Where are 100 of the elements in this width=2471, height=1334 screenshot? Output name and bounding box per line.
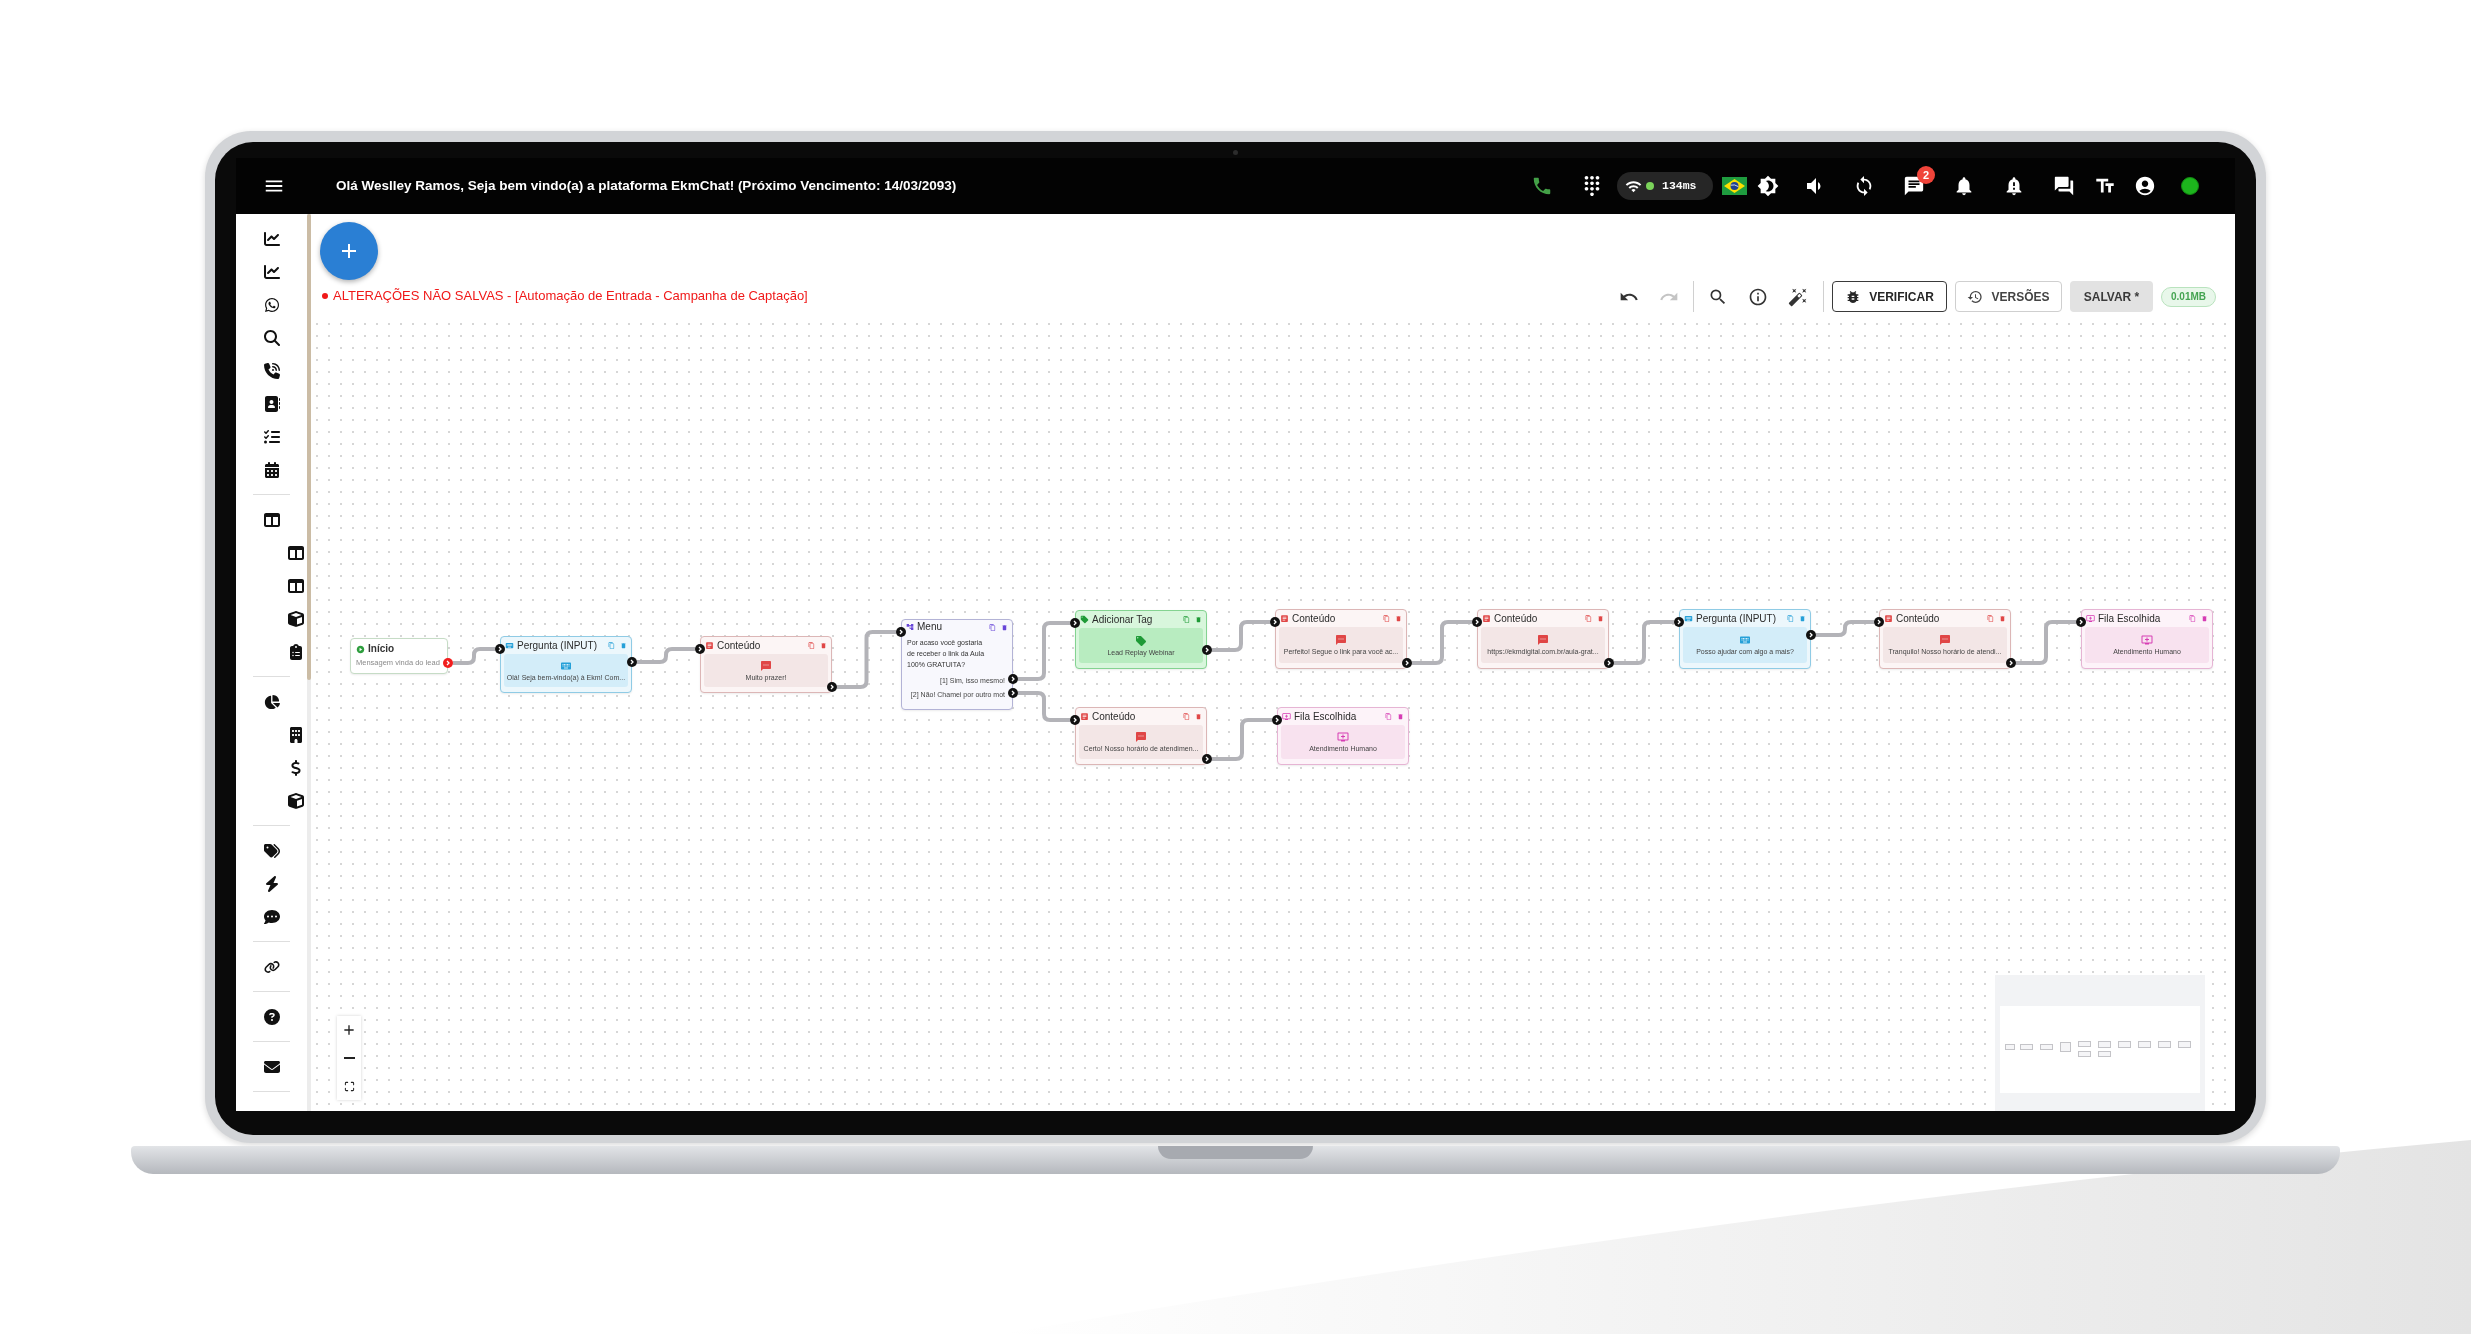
envelope-icon[interactable]: [264, 1058, 280, 1075]
chevron-handle-icon[interactable]: [1674, 617, 1684, 627]
tag-icon: [1080, 615, 1089, 624]
trash-icon[interactable]: [1999, 615, 2006, 622]
chevron-handle-icon[interactable]: [827, 682, 837, 692]
help-icon[interactable]: [264, 1008, 280, 1025]
chevron-handle-icon[interactable]: [2076, 617, 2086, 627]
chevron-handle-icon[interactable]: [1402, 658, 1412, 668]
trash-icon[interactable]: [1195, 713, 1202, 720]
link-icon[interactable]: [264, 958, 280, 975]
copy-icon[interactable]: [1385, 713, 1392, 720]
columns-icon[interactable]: [264, 511, 280, 528]
save-button[interactable]: SALVAR *: [2070, 281, 2153, 312]
columns-icon[interactable]: [288, 544, 304, 561]
search-icon[interactable]: [264, 329, 280, 346]
copy-icon[interactable]: [1987, 615, 1994, 622]
copy-icon[interactable]: [1183, 713, 1190, 720]
chevron-handle-icon[interactable]: [1604, 658, 1614, 668]
copy-icon[interactable]: [989, 623, 996, 631]
trash-icon[interactable]: [820, 642, 827, 649]
minimap-node: [2178, 1041, 2192, 1048]
chevron-handle-icon[interactable]: [1070, 715, 1080, 725]
trash-icon[interactable]: [2201, 615, 2208, 622]
chevron-handle-icon[interactable]: [1272, 715, 1282, 725]
chevron-handle-icon[interactable]: [1202, 754, 1212, 764]
calendar-icon[interactable]: [264, 461, 280, 478]
message-icon: [1939, 634, 1951, 646]
lightning-icon[interactable]: [264, 875, 280, 892]
copy-icon[interactable]: [1383, 615, 1390, 622]
chevron-handle-icon[interactable]: [896, 627, 906, 637]
phone-icon[interactable]: [1531, 175, 1553, 197]
minimap-node: [2040, 1043, 2053, 1050]
chevron-handle-icon[interactable]: [443, 658, 453, 668]
chevron-handle-icon[interactable]: [1270, 617, 1280, 627]
document-icon: [705, 641, 714, 650]
scrollbar-thumb[interactable]: [307, 214, 311, 680]
phone-bubble-icon[interactable]: [264, 296, 280, 313]
add-button[interactable]: [320, 222, 378, 280]
chevron-handle-icon[interactable]: [1008, 674, 1018, 684]
minimap-node: [2077, 1051, 2091, 1058]
chevron-handle-icon[interactable]: [695, 644, 705, 654]
chat-bubbles-icon[interactable]: [2053, 175, 2075, 197]
tag-icon: [1135, 634, 1147, 647]
document-icon: [1884, 614, 1893, 623]
verify-button[interactable]: VERIFICAR: [1832, 281, 1947, 312]
message-icon: [760, 659, 772, 672]
line-chart-icon[interactable]: [264, 230, 280, 247]
building-icon[interactable]: [288, 726, 304, 743]
trash-icon[interactable]: [1397, 713, 1404, 720]
pie-chart-icon[interactable]: [264, 693, 280, 710]
chevron-handle-icon[interactable]: [1202, 645, 1212, 655]
cube-icon[interactable]: [288, 792, 304, 809]
chevron-handle-icon[interactable]: [1874, 617, 1884, 627]
clipboard-icon[interactable]: [288, 643, 304, 660]
magic-wand-icon[interactable]: [1788, 286, 1808, 307]
trash-icon[interactable]: [1195, 616, 1202, 623]
checklist-icon[interactable]: [264, 428, 280, 445]
node-title: Conteúdo: [1494, 612, 1539, 625]
node-title: Fila Escolhida: [2098, 612, 2162, 625]
chevron-handle-icon[interactable]: [1472, 617, 1482, 627]
chevron-handle-icon[interactable]: [627, 657, 637, 667]
node-title: Conteúdo: [1092, 710, 1137, 723]
copy-icon[interactable]: [808, 642, 815, 649]
chevron-handle-icon[interactable]: [1070, 618, 1080, 628]
trash-icon[interactable]: [1395, 615, 1402, 622]
node-title: Pergunta (INPUT): [1696, 612, 1778, 625]
tags-icon[interactable]: [264, 842, 280, 859]
chevron-handle-icon[interactable]: [1008, 688, 1018, 698]
cube-icon[interactable]: [288, 610, 304, 627]
contact-book-icon[interactable]: [264, 395, 280, 412]
welcome-text: Olá Weslley Ramos, Seja bem vindo(a) a plataforma EkmChat! (Próximo Vencimento: 14/03/2093): [336, 176, 957, 195]
account-icon[interactable]: [2134, 175, 2156, 197]
copy-icon[interactable]: [2189, 615, 2196, 622]
comment-icon[interactable]: [264, 908, 280, 925]
copy-icon[interactable]: [1585, 615, 1592, 622]
history-icon: [1967, 288, 1984, 305]
chevron-handle-icon[interactable]: [2006, 658, 2016, 668]
connector-line: [1614, 620, 1674, 665]
trash-icon[interactable]: [1001, 623, 1008, 631]
play-icon: [356, 644, 365, 654]
chevron-handle-icon[interactable]: [1806, 630, 1816, 640]
trash-icon[interactable]: [1799, 615, 1806, 622]
line-chart-icon[interactable]: [264, 263, 280, 280]
chevron-handle-icon[interactable]: [495, 644, 505, 654]
brightness-icon[interactable]: [1757, 175, 1779, 197]
connector-line: [637, 647, 695, 664]
minimap-node: [2097, 1041, 2111, 1048]
trash-icon[interactable]: [620, 642, 627, 649]
node-title: Adicionar Tag: [1092, 613, 1154, 626]
phone-volume-icon[interactable]: [264, 362, 280, 379]
versions-button[interactable]: VERSÕES: [1955, 281, 2062, 312]
info-icon[interactable]: [1748, 286, 1768, 307]
flag-icon[interactable]: [1722, 177, 1747, 195]
node-title: Pergunta (INPUT): [517, 639, 599, 652]
connector-line: [837, 630, 896, 689]
document-icon: [1080, 712, 1089, 721]
columns-icon[interactable]: [288, 577, 304, 594]
trash-icon[interactable]: [1597, 615, 1604, 622]
keyboard-icon: [1739, 634, 1751, 646]
node-title: Menu: [917, 621, 943, 633]
